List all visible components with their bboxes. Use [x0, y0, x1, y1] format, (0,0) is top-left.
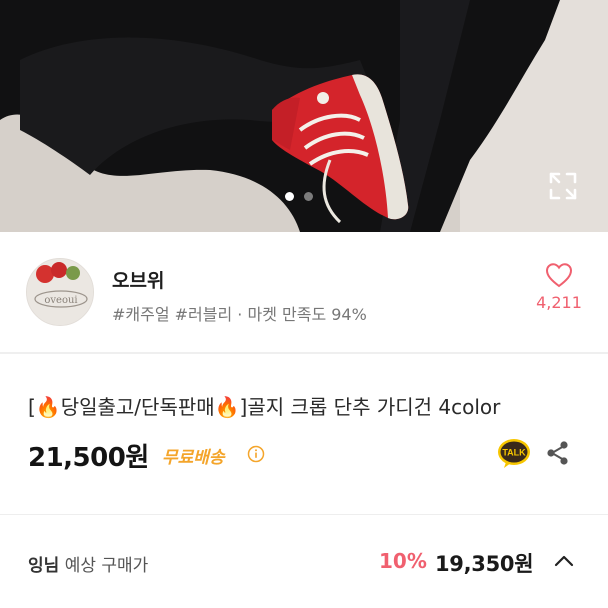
kakao-talk-icon[interactable]: TALK	[496, 437, 532, 469]
talk-label: TALK	[502, 448, 526, 458]
carousel-indicator	[285, 192, 313, 201]
estimated-price-label: 잉님 예상 구매가	[28, 551, 148, 576]
seller-name[interactable]: 오브위	[112, 266, 164, 293]
product-price: 21,500원	[28, 443, 149, 473]
like-count: 4,211	[536, 293, 582, 312]
buyer-name: 잉님	[28, 556, 60, 576]
section-divider	[0, 352, 608, 354]
estimated-final-price: 19,350원	[435, 552, 534, 576]
free-shipping-badge: 무료배송	[162, 448, 225, 468]
fullscreen-expand-icon[interactable]	[548, 171, 578, 201]
carousel-dot-active[interactable]	[285, 192, 294, 201]
heart-outline-icon	[545, 263, 573, 288]
info-circle-icon[interactable]	[247, 445, 265, 463]
share-icon[interactable]	[544, 439, 572, 467]
svg-text:oveoui: oveoui	[44, 295, 77, 306]
seller-avatar[interactable]: oveoui	[26, 258, 94, 326]
product-title: [🔥당일출고/단독판매🔥]골지 크롭 단추 가디건 4color	[28, 395, 501, 419]
seller-tags: #캐주얼 #러블리 · 마켓 만족도 94%	[112, 305, 367, 324]
section-divider	[0, 514, 608, 515]
chevron-up-icon[interactable]	[553, 553, 575, 569]
carousel-dot[interactable]	[304, 192, 313, 201]
product-image-carousel[interactable]	[0, 0, 608, 232]
discount-rate: 10%	[379, 549, 427, 573]
like-button[interactable]: 4,211	[534, 262, 584, 312]
seller-logo: oveoui	[27, 259, 93, 325]
estimated-price-text: 예상 구매가	[64, 556, 149, 576]
